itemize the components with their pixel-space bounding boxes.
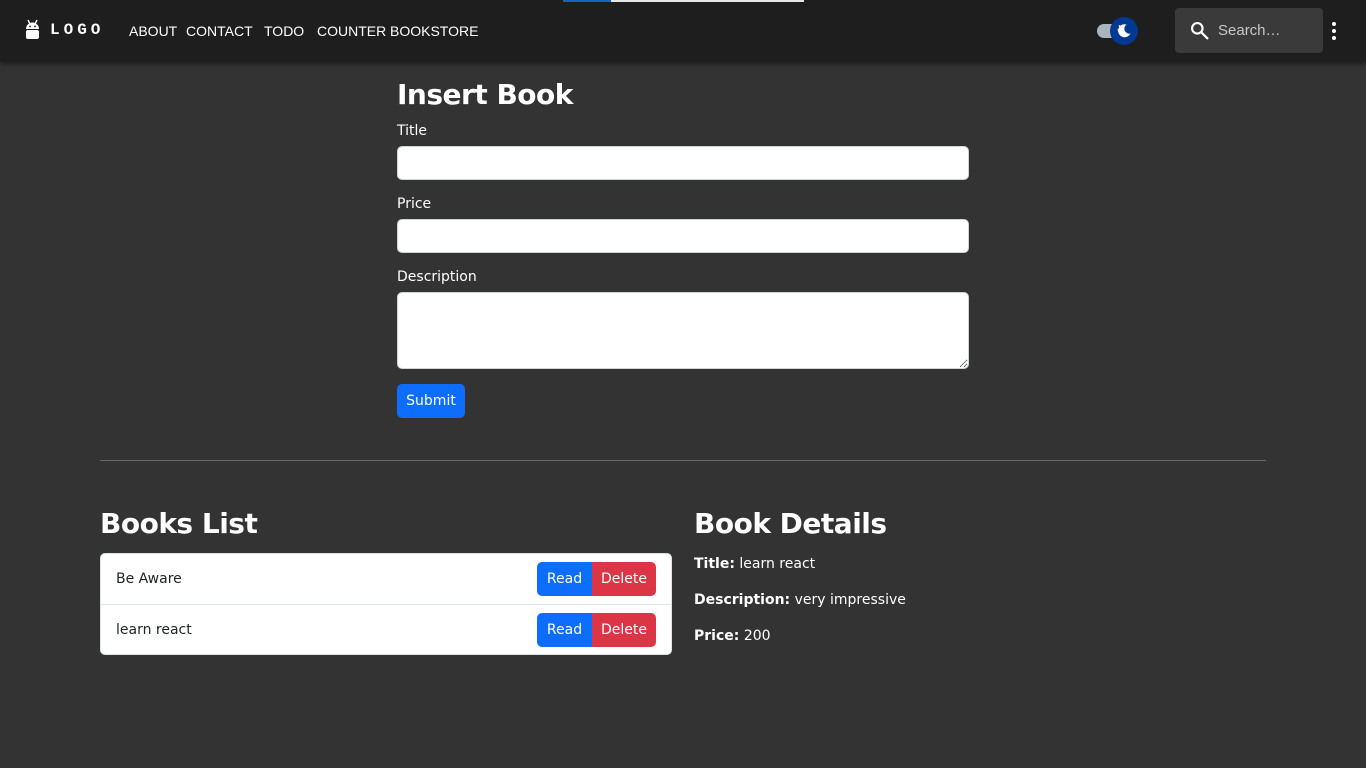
book-title: Be Aware	[116, 571, 182, 587]
delete-button[interactable]: Delete	[592, 612, 656, 647]
detail-description-value: very impressive	[794, 592, 906, 608]
detail-price-value: 200	[743, 628, 771, 644]
moon-icon	[1117, 24, 1131, 38]
field-spacer	[397, 253, 969, 267]
book-list-item: Be Aware Read Delete	[101, 554, 671, 604]
detail-title-value: learn react	[739, 556, 816, 572]
book-actions: Read Delete	[537, 562, 656, 596]
title-input[interactable]	[397, 146, 969, 180]
toggle-thumb	[1110, 17, 1138, 45]
detail-description: Description: very impressive	[694, 590, 1266, 610]
books-list-heading: Books List	[100, 507, 258, 540]
search-input[interactable]	[1218, 16, 1316, 44]
nav-link-counter[interactable]: COUNTER	[317, 22, 386, 40]
books-list-group: Be Aware Read Delete learn react Read De…	[100, 553, 672, 655]
nav-link-about[interactable]: ABOUT	[129, 22, 177, 40]
brand[interactable]: LOGO	[24, 19, 104, 41]
detail-price-key: Price:	[694, 628, 740, 644]
book-actions: Read Delete	[537, 612, 656, 647]
page-progress-bar	[563, 0, 804, 2]
read-button[interactable]: Read	[537, 562, 592, 596]
book-title: learn react	[116, 621, 192, 638]
theme-toggle[interactable]	[1097, 17, 1141, 45]
logo-text: LOGO	[50, 21, 105, 39]
nav-link-contact[interactable]: CONTACT	[186, 22, 253, 40]
field-spacer	[397, 180, 969, 194]
insert-book-form: Insert Book Title Price Description Subm…	[397, 76, 969, 418]
nav-link-bookstore[interactable]: BOOKSTORE	[390, 22, 478, 40]
page-progress-fill	[563, 0, 612, 2]
android-icon	[26, 19, 39, 39]
section-divider	[100, 460, 1266, 461]
more-vert-icon	[1332, 22, 1336, 40]
description-label: Description	[397, 269, 477, 285]
delete-button[interactable]: Delete	[592, 562, 656, 596]
description-textarea[interactable]	[397, 292, 969, 369]
detail-title: Title: learn react	[694, 554, 1266, 574]
nav-link-todo[interactable]: TODO	[264, 22, 304, 40]
submit-button[interactable]: Submit	[397, 384, 465, 418]
search-icon	[1191, 22, 1209, 40]
form-title: Insert Book	[397, 78, 573, 111]
title-label: Title	[397, 123, 428, 139]
more-menu-button[interactable]	[1326, 19, 1342, 43]
price-label: Price	[397, 196, 432, 212]
navbar: LOGO ABOUT CONTACT TODO COUNTER BOOKSTOR…	[0, 0, 1366, 62]
book-details: Book Details Title: learn react Descript…	[694, 505, 1266, 646]
price-input[interactable]	[397, 219, 969, 253]
detail-title-key: Title:	[694, 556, 735, 572]
book-details-heading: Book Details	[694, 507, 887, 540]
books-list: Books List Be Aware Read Delete learn re…	[100, 505, 672, 655]
search-box[interactable]	[1175, 8, 1323, 53]
detail-description-key: Description:	[694, 592, 791, 608]
detail-price: Price: 200	[694, 626, 1266, 646]
read-button[interactable]: Read	[537, 612, 592, 647]
book-list-item: learn react Read Delete	[101, 604, 671, 654]
